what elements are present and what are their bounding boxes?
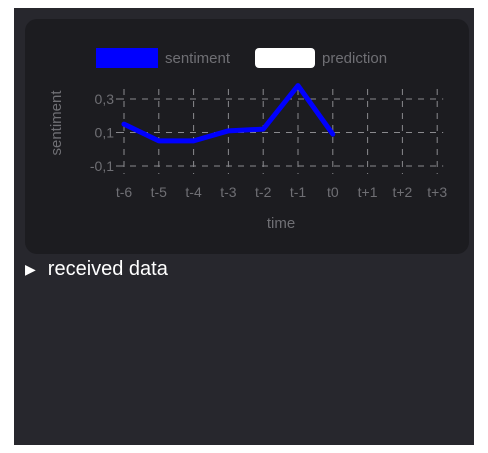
sentiment-chart: sentiment prediction -0,1 0,1 0,3 t-6 t-5 t-4 t-… — [48, 48, 447, 232]
x-axis-title: time — [267, 215, 295, 232]
x-tick-label: t+1 — [358, 184, 378, 200]
x-tick-label: t-4 — [185, 184, 202, 200]
legend-label-sentiment: sentiment — [165, 50, 231, 67]
x-tick-label: t0 — [327, 184, 339, 200]
legend-swatch-sentiment — [96, 48, 158, 68]
received-data-label: received data — [47, 258, 168, 280]
disclosure-triangle-icon: ▶ — [25, 261, 36, 277]
dashboard-panel: sentiment prediction -0,1 0,1 0,3 t-6 t-5 t-4 t-… — [14, 8, 474, 445]
x-tick-label: t-3 — [220, 184, 237, 200]
x-tick-label: t+3 — [427, 184, 447, 200]
x-tick-label: t-6 — [116, 184, 133, 200]
x-tick-label: t-1 — [290, 184, 307, 200]
x-tick-label: t-2 — [255, 184, 272, 200]
y-axis-title: sentiment — [48, 90, 65, 156]
x-tick-label: t+2 — [392, 184, 412, 200]
chart-card: sentiment prediction -0,1 0,1 0,3 t-6 t-5 t-4 t-… — [25, 19, 469, 254]
x-tick-label: t-5 — [151, 184, 168, 200]
y-tick-label: -0,1 — [90, 158, 114, 174]
legend-swatch-prediction — [255, 48, 315, 68]
y-tick-label: 0,1 — [95, 125, 115, 141]
received-data-toggle[interactable]: ▶ received data — [25, 258, 168, 281]
y-tick-label: 0,3 — [95, 91, 115, 107]
legend-label-prediction: prediction — [322, 50, 387, 67]
